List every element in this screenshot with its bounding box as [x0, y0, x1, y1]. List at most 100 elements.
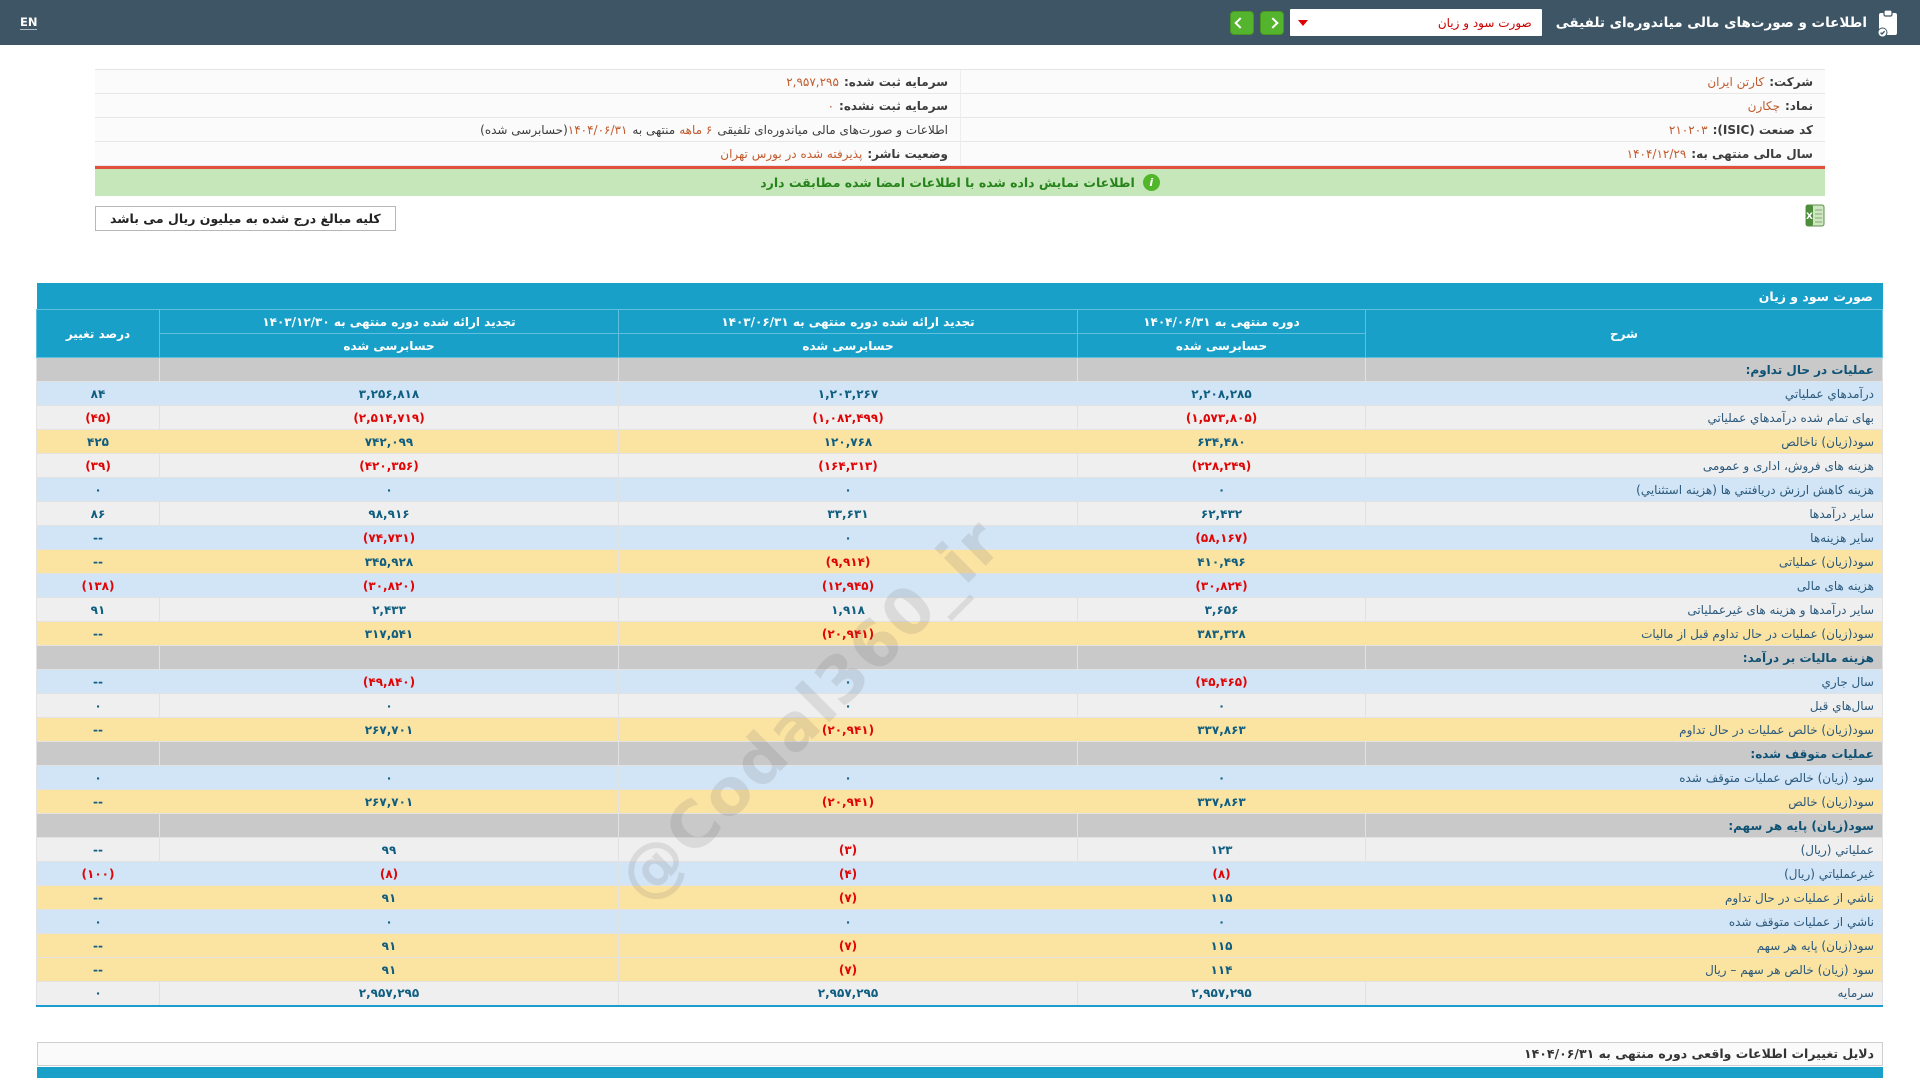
note-row: X کلیه مبالغ درج شده به میلیون ریال می ب… [95, 206, 1825, 231]
row-value [619, 358, 1078, 382]
row-value: (۹,۹۱۴) [619, 550, 1078, 574]
table-row: هزینه های مالی(۳۰,۸۲۴)(۱۲,۹۴۵)(۳۰,۸۲۰)(۱… [37, 574, 1883, 598]
row-value: ۰ [37, 694, 160, 718]
row-value: ۰ [37, 982, 160, 1006]
brand: اطلاعات و صورت‌های مالی میاندوره‌ای تلفی… [1556, 9, 1900, 37]
row-value: (۲۰,۹۴۱) [619, 622, 1078, 646]
col-header-description: شرح [1366, 310, 1883, 358]
row-value: ۳۳,۶۳۱ [619, 502, 1078, 526]
row-label: سایر درآمدها و هزینه های غیرعملیاتی [1366, 598, 1883, 622]
clipboard-icon [1876, 9, 1900, 37]
row-value: -- [37, 670, 160, 694]
row-value [1078, 742, 1366, 766]
row-label: سود(زيان) عملیات در حال تداوم قبل از مال… [1366, 622, 1883, 646]
report-period-ending: منتهی به [632, 123, 675, 137]
row-value: (۳۹) [37, 454, 160, 478]
income-statement: صورت سود و زیان شرح دوره منتهی به ۱۴۰۴/۰… [37, 283, 1883, 1007]
report-period-audited: (حسابرسی شده) [480, 123, 568, 137]
row-value: -- [37, 886, 160, 910]
row-value: (۸) [1078, 862, 1366, 886]
chevron-left-icon [1235, 17, 1246, 28]
table-row: درآمدهاي عملياتي۲,۲۰۸,۲۸۵۱,۲۰۳,۲۶۷۳,۲۵۶,… [37, 382, 1883, 406]
col-subheader-audited: حسابرسی شده [160, 334, 619, 358]
registered-capital-cell: سرمایه ثبت شده: ۲,۹۵۷,۲۹۵ [95, 70, 960, 94]
language-toggle-en[interactable]: EN [20, 15, 37, 30]
table-row: هزینه های فروش، اداری و عمومی(۲۲۸,۲۴۹)(۱… [37, 454, 1883, 478]
table-row: بهای تمام شده درآمدهاي عملياتي(۱,۵۷۳,۸۰۵… [37, 406, 1883, 430]
row-value: ۱۲۰,۷۶۸ [619, 430, 1078, 454]
row-value [37, 742, 160, 766]
row-value: ۲۶۷,۷۰۱ [160, 718, 619, 742]
row-value: (۴) [619, 862, 1078, 886]
row-value: ۰ [1078, 766, 1366, 790]
footer-section: دلایل تغییرات اطلاعات واقعی دوره منتهی ب… [37, 1042, 1883, 1078]
unregistered-capital-label: سرمایه ثبت نشده: [839, 99, 948, 113]
row-label: درآمدهاي عملياتي [1366, 382, 1883, 406]
row-value: ۱۱۴ [1078, 958, 1366, 982]
col-subheader-audited: حسابرسی شده [1078, 334, 1366, 358]
statement-table: شرح دوره منتهی به ۱۴۰۴/۰۶/۳۱ تجدید ارائه… [36, 309, 1883, 1007]
currency-note: کلیه مبالغ درج شده به میلیون ریال می باش… [95, 206, 396, 231]
row-value: (۱۲,۹۴۵) [619, 574, 1078, 598]
row-value [1078, 646, 1366, 670]
row-value: ۰ [1078, 478, 1366, 502]
row-value [1078, 358, 1366, 382]
row-value [619, 646, 1078, 670]
row-value [160, 742, 619, 766]
row-value: (۲۰,۹۴۱) [619, 790, 1078, 814]
row-value: ۳,۶۵۶ [1078, 598, 1366, 622]
next-report-button[interactable] [1260, 11, 1284, 35]
row-value: -- [37, 718, 160, 742]
unregistered-capital-value: ۰ [828, 99, 834, 113]
fiscal-year-label: سال مالی منتهی به: [1691, 147, 1813, 161]
row-value: ۲,۴۳۳ [160, 598, 619, 622]
row-value: (۱۳۸) [37, 574, 160, 598]
row-value: ۲,۹۵۷,۲۹۵ [619, 982, 1078, 1006]
report-select[interactable]: صورت سود و زیان [1290, 9, 1542, 36]
signed-info-text: اطلاعات نمایش داده شده با اطلاعات امضا ش… [760, 175, 1135, 190]
row-value [619, 814, 1078, 838]
chevron-right-icon [1268, 17, 1279, 28]
company-name-cell: شرکت: کارتن ایران [960, 70, 1825, 94]
row-value: (۴۵) [37, 406, 160, 430]
row-label: سود(زيان) خالص عملیات در حال تداوم [1366, 718, 1883, 742]
table-row: هزینه کاهش ارزش دريافتني ها (هزينه استثن… [37, 478, 1883, 502]
row-label: غیرعملیاتي (ريال) [1366, 862, 1883, 886]
row-label: سود(زيان) خالص [1366, 790, 1883, 814]
table-row: ساير درآمدها۶۲,۴۳۲۳۳,۶۳۱۹۸,۹۱۶۸۶ [37, 502, 1883, 526]
row-value: ۹۱ [160, 958, 619, 982]
row-value: ۶۲,۴۳۲ [1078, 502, 1366, 526]
row-value: ۹۸,۹۱۶ [160, 502, 619, 526]
row-value: ۱۱۵ [1078, 934, 1366, 958]
page-title: اطلاعات و صورت‌های مالی میاندوره‌ای تلفی… [1556, 15, 1867, 31]
excel-export-icon[interactable]: X [1805, 204, 1825, 230]
row-value: ۰ [619, 526, 1078, 550]
footer-teal-bar [37, 1067, 1883, 1078]
ticker-cell: نماد: چکارن [960, 94, 1825, 118]
row-value: ۲,۹۵۷,۲۹۵ [1078, 982, 1366, 1006]
prev-report-button[interactable] [1230, 11, 1254, 35]
row-value: ۳,۲۵۶,۸۱۸ [160, 382, 619, 406]
row-value: ۸۴ [37, 382, 160, 406]
row-value: (۷) [619, 886, 1078, 910]
row-value: (۴۲۰,۳۵۶) [160, 454, 619, 478]
row-label: ساير درآمدها [1366, 502, 1883, 526]
row-value: ۰ [37, 766, 160, 790]
table-row: سود(زيان) پایه هر سهم۱۱۵(۷)۹۱-- [37, 934, 1883, 958]
row-value: ۳۴۵,۹۲۸ [160, 550, 619, 574]
row-label: هزینه کاهش ارزش دريافتني ها (هزينه استثن… [1366, 478, 1883, 502]
row-value [160, 646, 619, 670]
row-value [37, 646, 160, 670]
fiscal-year-value: ۱۴۰۴/۱۲/۲۹ [1627, 147, 1687, 161]
row-value [619, 742, 1078, 766]
row-value: -- [37, 934, 160, 958]
row-value: (۷) [619, 958, 1078, 982]
table-row: سال جاري(۴۵,۴۶۵)۰(۴۹,۸۴۰)-- [37, 670, 1883, 694]
row-label: سود(زيان) ناخالص [1366, 430, 1883, 454]
row-value: (۱,۰۸۲,۴۹۹) [619, 406, 1078, 430]
issuer-status-cell: وضعیت ناشر: پذیرفته شده در بورس تهران [95, 142, 960, 166]
row-value: ۰ [160, 910, 619, 934]
row-label: عملیات متوقف شده: [1366, 742, 1883, 766]
row-value: ۳۳۷,۸۶۳ [1078, 790, 1366, 814]
table-row: سال‌هاي قبل۰۰۰۰ [37, 694, 1883, 718]
